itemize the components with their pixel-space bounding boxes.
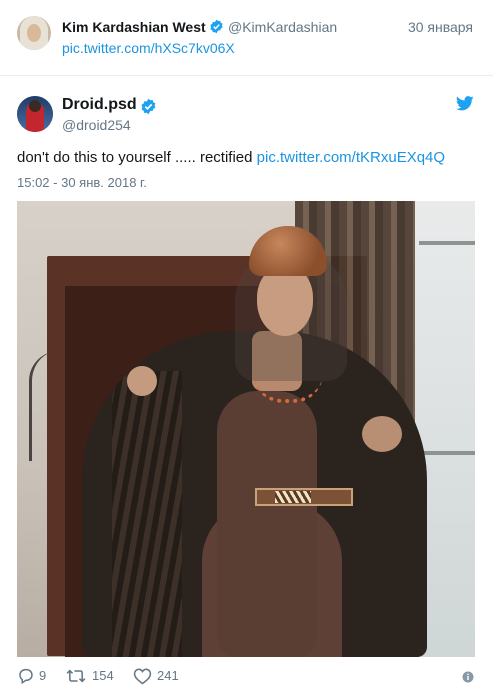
photo-hand-left bbox=[127, 366, 157, 396]
tweet-text-body: don't do this to yourself ..... rectifie… bbox=[17, 149, 257, 166]
retweet-button[interactable]: 154 bbox=[66, 667, 126, 685]
tweet-photo[interactable] bbox=[17, 201, 475, 657]
quoted-author-handle[interactable]: @KimKardashian bbox=[228, 19, 337, 35]
quoted-media-link[interactable]: pic.twitter.com/hXSc7kv06X bbox=[62, 40, 235, 56]
reply-count: 9 bbox=[39, 668, 47, 683]
tweet-timestamp[interactable]: 15:02 - 30 янв. 2018 г. bbox=[17, 175, 147, 190]
quoted-tweet[interactable]: Kim Kardashian West @KimKardashian 30 ян… bbox=[0, 0, 493, 76]
reply-button[interactable]: 9 bbox=[17, 667, 57, 685]
twitter-bird-icon[interactable] bbox=[456, 96, 474, 111]
quoted-date[interactable]: 30 января bbox=[408, 19, 473, 35]
avatar-head bbox=[29, 100, 41, 112]
photo-dress bbox=[217, 391, 317, 657]
author-name[interactable]: Droid.psd bbox=[62, 96, 137, 114]
photo-cable bbox=[29, 351, 59, 461]
avatar-face bbox=[27, 24, 41, 42]
photo-belt-buckle bbox=[275, 491, 311, 503]
reply-icon bbox=[19, 668, 33, 685]
avatar-droid[interactable] bbox=[17, 96, 53, 132]
author-handle[interactable]: @droid254 bbox=[62, 117, 131, 133]
quoted-author-name[interactable]: Kim Kardashian West bbox=[62, 19, 206, 35]
photo-face bbox=[257, 266, 313, 336]
retweet-count: 154 bbox=[92, 668, 114, 683]
tweet-actions: 9 154 241 bbox=[0, 664, 493, 690]
tweet-media-link[interactable]: pic.twitter.com/tKRxuEXq4Q bbox=[257, 149, 445, 166]
like-button[interactable]: 241 bbox=[133, 667, 193, 685]
photo-hand-right bbox=[362, 416, 402, 452]
verified-badge-icon bbox=[210, 19, 223, 34]
like-count: 241 bbox=[157, 668, 179, 683]
info-icon[interactable] bbox=[462, 671, 474, 683]
verified-badge-icon bbox=[141, 98, 156, 115]
retweet-icon bbox=[66, 669, 86, 683]
photo-window-bar bbox=[419, 241, 475, 245]
photo-fur-coat-fold bbox=[112, 371, 182, 657]
tweet-text: don't do this to yourself ..... rectifie… bbox=[17, 149, 445, 166]
photo-window-bar bbox=[419, 451, 475, 455]
avatar-kim[interactable] bbox=[17, 16, 51, 50]
heart-icon bbox=[133, 668, 152, 685]
